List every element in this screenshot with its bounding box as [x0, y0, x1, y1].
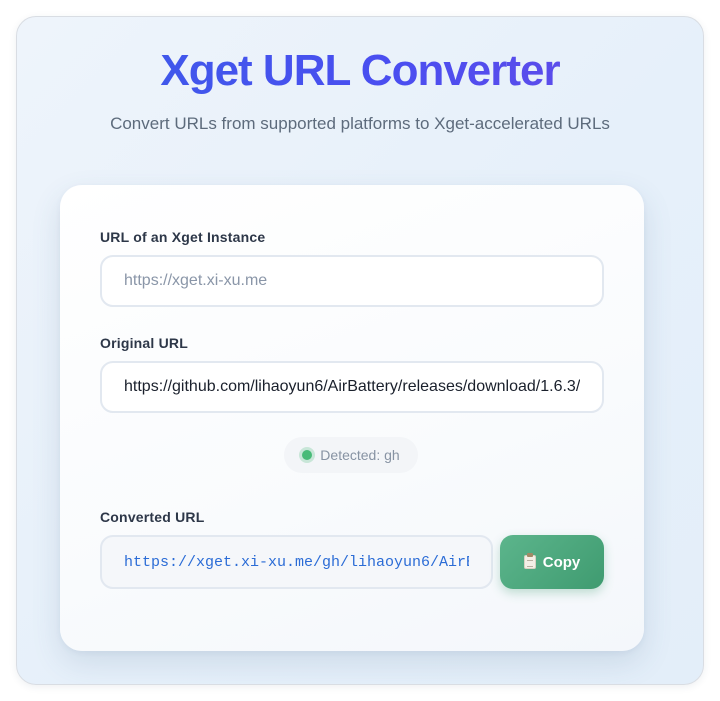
converted-url-output[interactable] — [100, 535, 493, 589]
page-title: Xget URL Converter — [17, 46, 703, 95]
copy-button-label: Copy — [542, 553, 581, 571]
detected-platform-text: Detected: gh — [320, 447, 400, 463]
converted-url-label: Converted URL — [100, 509, 205, 525]
page-subtitle: Convert URLs from supported platforms to… — [110, 114, 610, 133]
copy-button[interactable]: Copy — [500, 535, 604, 589]
status-dot-icon — [302, 450, 313, 460]
converter-card: URL of an Xget Instance Original URL Det… — [60, 185, 644, 651]
original-url-input[interactable] — [100, 361, 604, 413]
clipboard-icon — [523, 553, 536, 569]
detected-platform-badge: Detected: gh — [284, 437, 418, 473]
instance-url-label: URL of an Xget Instance — [100, 229, 266, 245]
original-url-label: Original URL — [100, 335, 188, 351]
instance-url-input[interactable] — [100, 255, 604, 307]
app-window: Xget URL Converter Convert URLs from sup… — [16, 16, 704, 685]
